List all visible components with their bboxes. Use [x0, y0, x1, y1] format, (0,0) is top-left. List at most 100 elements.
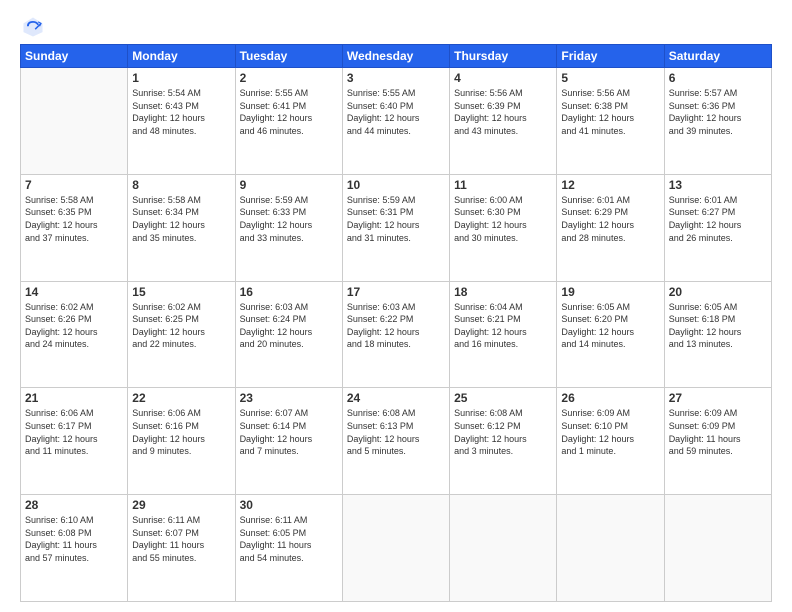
day-info: Sunrise: 6:04 AM Sunset: 6:21 PM Dayligh…: [454, 301, 552, 351]
weekday-header-sunday: Sunday: [21, 45, 128, 68]
weekday-header-wednesday: Wednesday: [342, 45, 449, 68]
day-number: 28: [25, 498, 123, 512]
calendar-week-2: 7 Sunrise: 5:58 AM Sunset: 6:35 PM Daylig…: [21, 174, 772, 281]
day-number: 13: [669, 178, 767, 192]
day-number: 9: [240, 178, 338, 192]
calendar-cell: 13 Sunrise: 6:01 AM Sunset: 6:27 PM Dayli…: [664, 174, 771, 281]
day-number: 19: [561, 285, 659, 299]
day-info: Sunrise: 5:59 AM Sunset: 6:33 PM Dayligh…: [240, 194, 338, 244]
day-info: Sunrise: 6:09 AM Sunset: 6:10 PM Dayligh…: [561, 407, 659, 457]
day-info: Sunrise: 5:55 AM Sunset: 6:40 PM Dayligh…: [347, 87, 445, 137]
day-number: 5: [561, 71, 659, 85]
day-number: 4: [454, 71, 552, 85]
calendar-cell: [664, 495, 771, 602]
calendar-cell: 12Sunrise: 6:01 AM Sunset: 6:29 PM Dayli…: [557, 174, 664, 281]
day-number: 1: [132, 71, 230, 85]
day-info: Sunrise: 5:56 AM Sunset: 6:38 PM Dayligh…: [561, 87, 659, 137]
day-info: Sunrise: 5:56 AM Sunset: 6:39 PM Dayligh…: [454, 87, 552, 137]
day-info: Sunrise: 6:06 AM Sunset: 6:17 PM Dayligh…: [25, 407, 123, 457]
calendar-cell: 5 Sunrise: 5:56 AM Sunset: 6:38 PM Daylig…: [557, 68, 664, 175]
calendar-cell: 22 Sunrise: 6:06 AM Sunset: 6:16 PM Dayli…: [128, 388, 235, 495]
day-info: Sunrise: 6:01 AM Sunset: 6:27 PM Dayligh…: [669, 194, 767, 244]
day-info: Sunrise: 6:08 AM Sunset: 6:13 PM Dayligh…: [347, 407, 445, 457]
day-info: Sunrise: 6:07 AM Sunset: 6:14 PM Dayligh…: [240, 407, 338, 457]
day-number: 18: [454, 285, 552, 299]
calendar-week-4: 21 Sunrise: 6:06 AM Sunset: 6:17 PM Dayli…: [21, 388, 772, 495]
day-info: Sunrise: 6:02 AM Sunset: 6:26 PM Dayligh…: [25, 301, 123, 351]
day-info: Sunrise: 6:03 AM Sunset: 6:22 PM Dayligh…: [347, 301, 445, 351]
day-info: Sunrise: 6:09 AM Sunset: 6:09 PM Dayligh…: [669, 407, 767, 457]
day-info: Sunrise: 5:54 AM Sunset: 6:43 PM Dayligh…: [132, 87, 230, 137]
day-number: 29: [132, 498, 230, 512]
day-info: Sunrise: 5:58 AM Sunset: 6:34 PM Dayligh…: [132, 194, 230, 244]
calendar-cell: 29 Sunrise: 6:11 AM Sunset: 6:07 PM Dayli…: [128, 495, 235, 602]
day-number: 3: [347, 71, 445, 85]
day-info: Sunrise: 6:05 AM Sunset: 6:20 PM Dayligh…: [561, 301, 659, 351]
day-info: Sunrise: 6:02 AM Sunset: 6:25 PM Dayligh…: [132, 301, 230, 351]
calendar-week-1: 1 Sunrise: 5:54 AM Sunset: 6:43 PM Daylig…: [21, 68, 772, 175]
calendar-cell: 16 Sunrise: 6:03 AM Sunset: 6:24 PM Dayli…: [235, 281, 342, 388]
weekday-header-thursday: Thursday: [450, 45, 557, 68]
page: SundayMondayTuesdayWednesdayThursdayFrid…: [0, 0, 792, 612]
calendar-cell: 1 Sunrise: 5:54 AM Sunset: 6:43 PM Daylig…: [128, 68, 235, 175]
logo-icon: [22, 16, 44, 38]
calendar-table: SundayMondayTuesdayWednesdayThursdayFrid…: [20, 44, 772, 602]
day-number: 15: [132, 285, 230, 299]
day-info: Sunrise: 6:03 AM Sunset: 6:24 PM Dayligh…: [240, 301, 338, 351]
weekday-header-monday: Monday: [128, 45, 235, 68]
calendar-week-3: 14 Sunrise: 6:02 AM Sunset: 6:26 PM Dayli…: [21, 281, 772, 388]
logo: [20, 16, 44, 38]
day-number: 7: [25, 178, 123, 192]
calendar-cell: 21 Sunrise: 6:06 AM Sunset: 6:17 PM Dayli…: [21, 388, 128, 495]
calendar-cell: 26Sunrise: 6:09 AM Sunset: 6:10 PM Dayli…: [557, 388, 664, 495]
day-number: 10: [347, 178, 445, 192]
day-info: Sunrise: 6:11 AM Sunset: 6:05 PM Dayligh…: [240, 514, 338, 564]
day-info: Sunrise: 6:06 AM Sunset: 6:16 PM Dayligh…: [132, 407, 230, 457]
day-number: 16: [240, 285, 338, 299]
calendar-cell: 30 Sunrise: 6:11 AM Sunset: 6:05 PM Dayli…: [235, 495, 342, 602]
calendar-cell: 19 Sunrise: 6:05 AM Sunset: 6:20 PM Dayli…: [557, 281, 664, 388]
calendar-cell: 2 Sunrise: 5:55 AM Sunset: 6:41 PM Daylig…: [235, 68, 342, 175]
day-info: Sunrise: 5:55 AM Sunset: 6:41 PM Dayligh…: [240, 87, 338, 137]
calendar-week-5: 28 Sunrise: 6:10 AM Sunset: 6:08 PM Dayli…: [21, 495, 772, 602]
calendar-cell: 27Sunrise: 6:09 AM Sunset: 6:09 PM Dayli…: [664, 388, 771, 495]
calendar-cell: 7 Sunrise: 5:58 AM Sunset: 6:35 PM Daylig…: [21, 174, 128, 281]
calendar-cell: [557, 495, 664, 602]
day-number: 17: [347, 285, 445, 299]
calendar-cell: 17 Sunrise: 6:03 AM Sunset: 6:22 PM Dayli…: [342, 281, 449, 388]
day-number: 6: [669, 71, 767, 85]
calendar-cell: 8 Sunrise: 5:58 AM Sunset: 6:34 PM Daylig…: [128, 174, 235, 281]
calendar-cell: 25 Sunrise: 6:08 AM Sunset: 6:12 PM Dayli…: [450, 388, 557, 495]
day-info: Sunrise: 6:10 AM Sunset: 6:08 PM Dayligh…: [25, 514, 123, 564]
day-number: 23: [240, 391, 338, 405]
calendar-cell: 15 Sunrise: 6:02 AM Sunset: 6:25 PM Dayli…: [128, 281, 235, 388]
day-number: 30: [240, 498, 338, 512]
day-number: 25: [454, 391, 552, 405]
day-number: 12: [561, 178, 659, 192]
day-number: 8: [132, 178, 230, 192]
calendar-cell: 23 Sunrise: 6:07 AM Sunset: 6:14 PM Dayli…: [235, 388, 342, 495]
day-info: Sunrise: 5:57 AM Sunset: 6:36 PM Dayligh…: [669, 87, 767, 137]
weekday-header-row: SundayMondayTuesdayWednesdayThursdayFrid…: [21, 45, 772, 68]
day-info: Sunrise: 5:58 AM Sunset: 6:35 PM Dayligh…: [25, 194, 123, 244]
calendar-cell: 3 Sunrise: 5:55 AM Sunset: 6:40 PM Daylig…: [342, 68, 449, 175]
day-info: Sunrise: 6:05 AM Sunset: 6:18 PM Dayligh…: [669, 301, 767, 351]
day-info: Sunrise: 6:11 AM Sunset: 6:07 PM Dayligh…: [132, 514, 230, 564]
calendar-cell: 24 Sunrise: 6:08 AM Sunset: 6:13 PM Dayli…: [342, 388, 449, 495]
day-number: 2: [240, 71, 338, 85]
calendar-cell: 6 Sunrise: 5:57 AM Sunset: 6:36 PM Daylig…: [664, 68, 771, 175]
day-number: 21: [25, 391, 123, 405]
day-info: Sunrise: 6:00 AM Sunset: 6:30 PM Dayligh…: [454, 194, 552, 244]
calendar-cell: 10 Sunrise: 5:59 AM Sunset: 6:31 PM Dayli…: [342, 174, 449, 281]
calendar-cell: [21, 68, 128, 175]
day-info: Sunrise: 6:08 AM Sunset: 6:12 PM Dayligh…: [454, 407, 552, 457]
day-info: Sunrise: 5:59 AM Sunset: 6:31 PM Dayligh…: [347, 194, 445, 244]
day-number: 22: [132, 391, 230, 405]
calendar-cell: 4 Sunrise: 5:56 AM Sunset: 6:39 PM Daylig…: [450, 68, 557, 175]
calendar-cell: 18 Sunrise: 6:04 AM Sunset: 6:21 PM Dayli…: [450, 281, 557, 388]
weekday-header-friday: Friday: [557, 45, 664, 68]
day-number: 24: [347, 391, 445, 405]
calendar-cell: 9 Sunrise: 5:59 AM Sunset: 6:33 PM Daylig…: [235, 174, 342, 281]
day-number: 14: [25, 285, 123, 299]
calendar-cell: 20Sunrise: 6:05 AM Sunset: 6:18 PM Dayli…: [664, 281, 771, 388]
